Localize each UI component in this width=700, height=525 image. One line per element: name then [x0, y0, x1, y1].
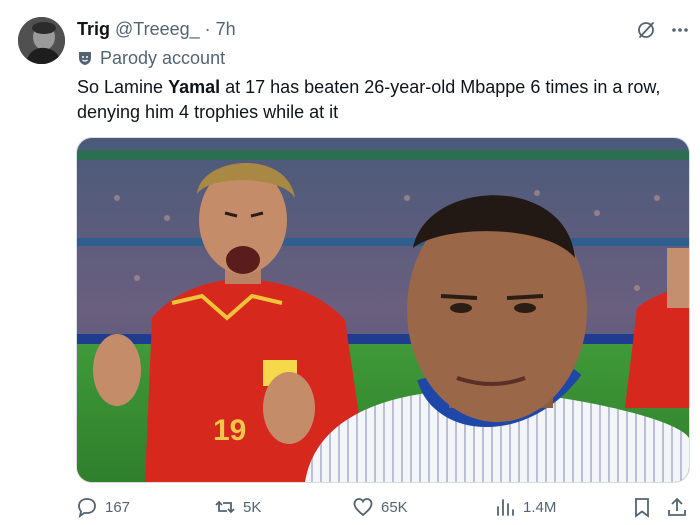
repost-icon	[214, 496, 236, 518]
header-separator: ·	[204, 18, 211, 39]
reply-button[interactable]: 167	[76, 496, 130, 518]
grok-icon[interactable]	[636, 20, 656, 40]
share-button[interactable]	[666, 496, 688, 518]
repost-count: 5K	[243, 498, 262, 516]
reply-icon	[76, 496, 98, 518]
parody-badge-icon	[77, 50, 93, 66]
bookmark-button[interactable]	[631, 496, 653, 518]
like-icon	[352, 496, 374, 518]
jersey-number: 19	[213, 414, 246, 447]
parody-label-text: Parody account	[100, 47, 226, 68]
tweet-text: So Lamine Yamal at 17 has beaten 26-year…	[77, 75, 677, 125]
avatar[interactable]	[18, 17, 65, 64]
display-name[interactable]: Trig	[77, 19, 110, 40]
like-count: 65K	[381, 498, 408, 516]
tweet-text-start: So Lamine	[77, 77, 169, 97]
action-bar: 167 5K 65K 1.4M	[76, 496, 688, 522]
timestamp[interactable]: 7h	[216, 19, 236, 40]
reply-count: 167	[105, 498, 131, 516]
tweet-text-bold: Yamal	[168, 77, 221, 97]
tweet-card[interactable]: Trig @Treeeg_ · 7h Parody account So Lam…	[0, 0, 700, 525]
like-button[interactable]: 65K	[352, 496, 408, 518]
handle[interactable]: @Treeeg_	[115, 19, 200, 40]
views-icon	[494, 496, 516, 518]
top-actions	[636, 20, 690, 40]
bookmark-icon	[631, 496, 653, 518]
views-button[interactable]: 1.4M	[494, 496, 556, 518]
repost-button[interactable]: 5K	[214, 496, 261, 518]
tweet-photo[interactable]: 19	[76, 137, 690, 483]
views-count: 1.4M	[523, 498, 557, 516]
share-icon	[666, 496, 688, 518]
page-background: Trig @Treeeg_ · 7h Parody account So Lam…	[0, 0, 700, 525]
parody-label: Parody account	[77, 47, 225, 69]
tweet-header: Trig @Treeeg_ · 7h	[77, 17, 236, 41]
match-photo: 19	[77, 138, 689, 482]
more-icon[interactable]	[670, 20, 690, 40]
